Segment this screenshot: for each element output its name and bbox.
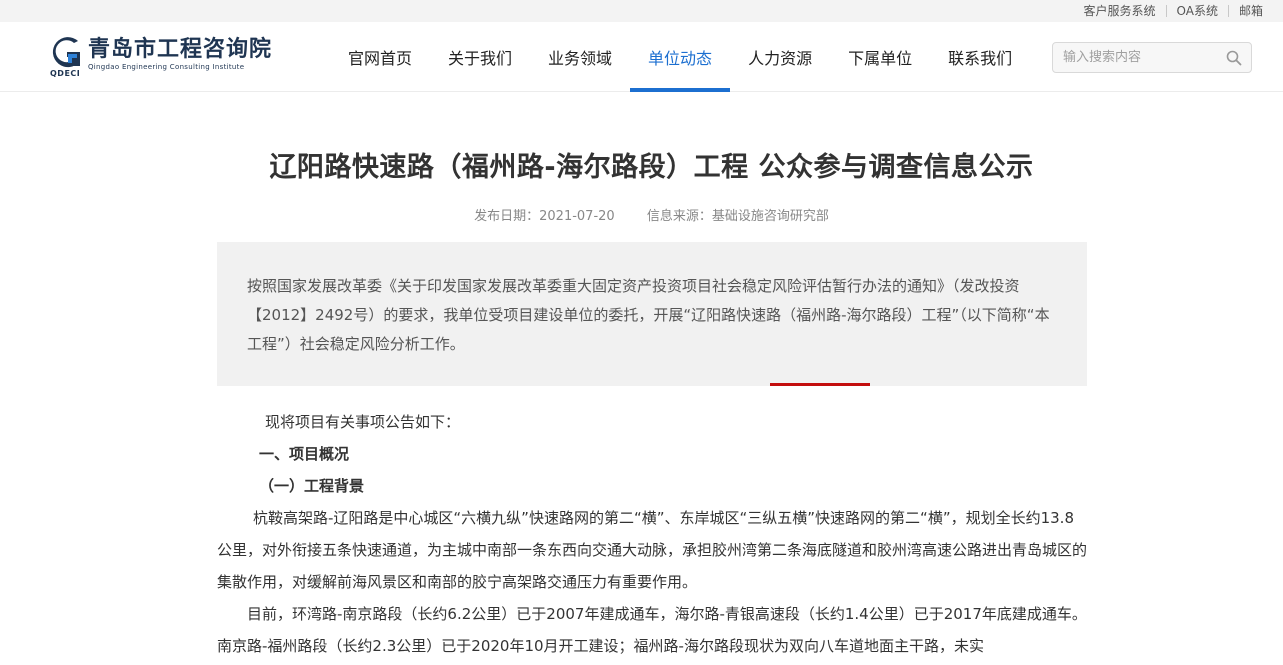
section-heading: 一、项目概况: [259, 445, 350, 463]
logo-emblem-icon: QDECI: [50, 37, 86, 78]
article-summary: 按照国家发展改革委《关于印发国家发展改革委重大固定资产投资项目社会稳定风险评估暂…: [217, 242, 1087, 386]
search-icon[interactable]: [1226, 50, 1242, 66]
site-header: QDECI 青岛市工程咨询院 Qingdao Engineering Consu…: [0, 22, 1283, 92]
main-nav: 官网首页 关于我们 业务领域 单位动态 人力资源 下属单位 联系我们: [330, 22, 1030, 92]
article-meta: 发布日期：2021-07-20 信息来源：基础设施咨询研究部: [0, 205, 1283, 224]
article-title: 辽阳路快速路（福州路-海尔路段）工程 公众参与调查信息公示: [269, 152, 1034, 183]
info-source: 信息来源：基础设施咨询研究部: [646, 209, 829, 224]
nav-item-home[interactable]: 官网首页: [330, 22, 430, 92]
logo-english-name: Qingdao Engineering Consulting Institute: [88, 63, 245, 71]
nav-item-hr[interactable]: 人力资源: [730, 22, 830, 92]
search-input[interactable]: [1053, 43, 1221, 72]
article-intro: 现将项目有关事项公告如下：: [265, 413, 461, 431]
nav-item-news[interactable]: 单位动态: [630, 22, 731, 92]
logo-abbreviation: QDECI: [50, 69, 81, 78]
oa-system-link[interactable]: OA系统: [1167, 4, 1228, 18]
nav-item-business[interactable]: 业务领域: [530, 22, 630, 92]
customer-service-link[interactable]: 客户服务系统: [1074, 4, 1166, 18]
mailbox-link[interactable]: 邮箱: [1229, 4, 1273, 18]
logo-chinese-name: 青岛市工程咨询院: [88, 37, 273, 62]
top-links: 客户服务系统 OA系统 邮箱: [1074, 0, 1273, 22]
search-box: [1052, 42, 1252, 73]
paragraph-background: 杭鞍高架路-辽阳路是中心城区“六横九纵”快速路网的第二“横”、东岸城区“三纵五横…: [217, 509, 1088, 591]
nav-item-about[interactable]: 关于我们: [430, 22, 530, 92]
subsection-heading: （一）工程背景: [259, 477, 365, 495]
nav-item-contact[interactable]: 联系我们: [930, 22, 1030, 92]
summary-accent-line: [770, 383, 870, 386]
article-body: 现将项目有关事项公告如下： 一、项目概况 （一）工程背景 杭鞍高架路-辽阳路是中…: [217, 406, 1087, 662]
nav-item-subsidiaries[interactable]: 下属单位: [830, 22, 930, 92]
publish-date: 发布日期：2021-07-20: [474, 209, 615, 224]
top-utility-bar: 客户服务系统 OA系统 邮箱: [0, 0, 1283, 22]
paragraph-status: 目前，环湾路-南京路段（长约6.2公里）已于2007年建成通车，海尔路-青银高速…: [217, 605, 1087, 655]
logo-text: 青岛市工程咨询院 Qingdao Engineering Consulting …: [88, 37, 272, 72]
site-logo[interactable]: QDECI 青岛市工程咨询院 Qingdao Engineering Consu…: [50, 37, 272, 78]
summary-text: 按照国家发展改革委《关于印发国家发展改革委重大固定资产投资项目社会稳定风险评估暂…: [247, 277, 1050, 353]
